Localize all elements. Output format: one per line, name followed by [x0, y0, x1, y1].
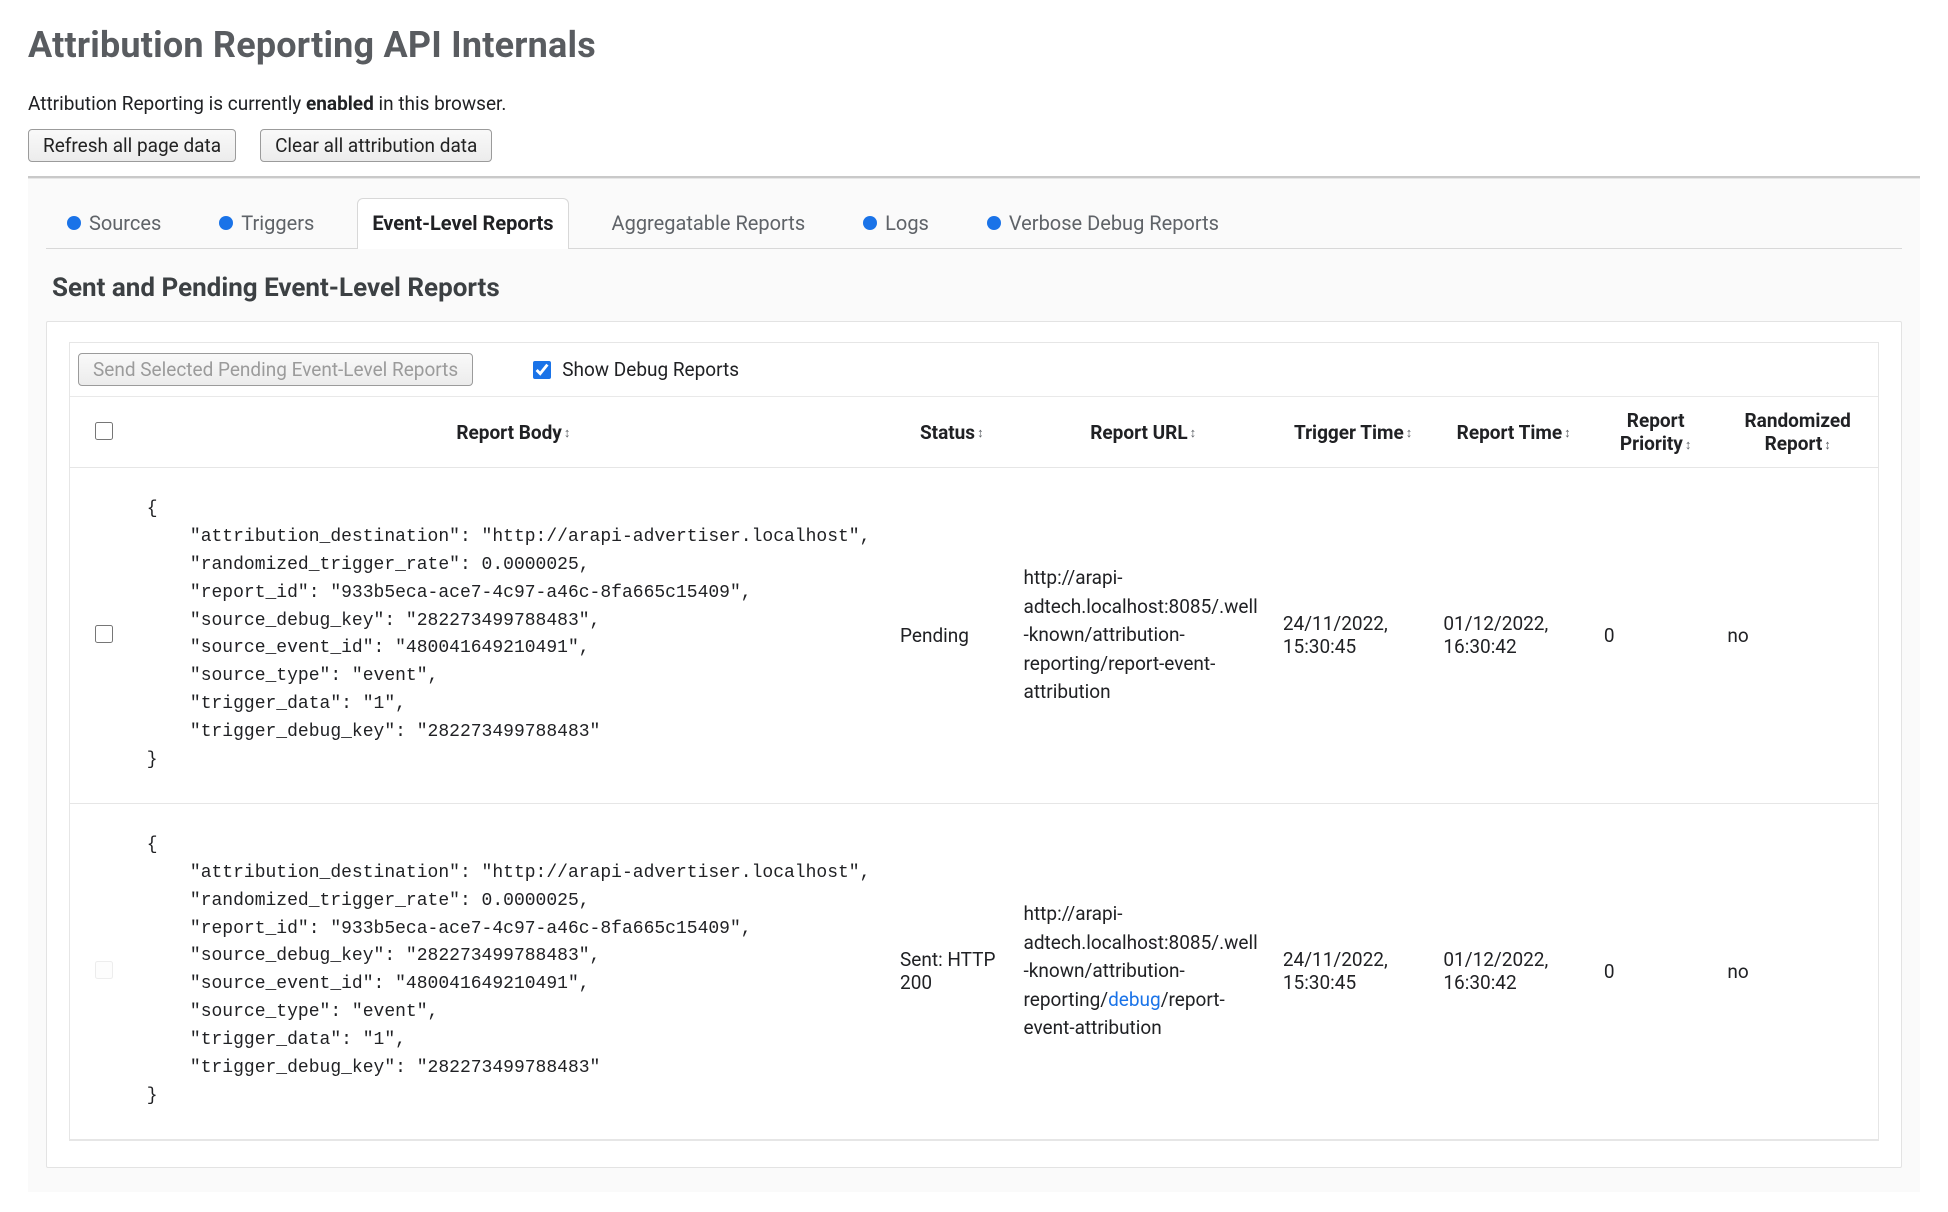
report-priority: 0 [1594, 468, 1717, 804]
report-url: http://arapi-adtech.localhost:8085/.well… [1014, 803, 1273, 1139]
tab-label: Verbose Debug Reports [1009, 211, 1219, 235]
status-line: Attribution Reporting is currently enabl… [28, 92, 1920, 115]
sort-icon: ↕ [1406, 425, 1413, 441]
tab-dot-icon [987, 216, 1001, 230]
tab-sources[interactable]: Sources [52, 198, 176, 249]
report-body: { "attribution_destination": "http://ara… [147, 832, 880, 1111]
report-time: 01/12/2022, 16:30:42 [1433, 468, 1594, 804]
col-randomized-label: Randomized Report [1745, 409, 1851, 455]
col-trigger-time[interactable]: Trigger Time↕ [1273, 397, 1434, 468]
table-row: { "attribution_destination": "http://ara… [70, 468, 1878, 804]
col-body[interactable]: Report Body↕ [137, 397, 890, 468]
tab-logs[interactable]: Logs [848, 198, 944, 249]
tabs: Sources Triggers Event-Level Reports Aggreg… [46, 197, 1902, 249]
report-status: Sent: HTTP 200 [890, 803, 1013, 1139]
col-status[interactable]: Status↕ [890, 397, 1013, 468]
report-status: Pending [890, 468, 1013, 804]
tab-dot-icon [863, 216, 877, 230]
tab-dot-icon [219, 216, 233, 230]
trigger-time: 24/11/2022, 15:30:45 [1273, 803, 1434, 1139]
col-status-label: Status [920, 421, 975, 444]
status-suffix: in this browser. [374, 92, 507, 115]
col-select-all[interactable] [70, 397, 137, 468]
sort-icon: ↕ [1685, 437, 1692, 453]
col-randomized[interactable]: Randomized Report↕ [1717, 397, 1878, 468]
clear-all-button[interactable]: Clear all attribution data [260, 129, 492, 162]
col-report-time[interactable]: Report Time↕ [1433, 397, 1594, 468]
col-report-time-label: Report Time [1457, 421, 1562, 444]
tab-aggregatable-reports[interactable]: Aggregatable Reports [597, 198, 821, 249]
tab-label: Triggers [241, 211, 314, 235]
tab-dot-icon [67, 216, 81, 230]
col-trigger-time-label: Trigger Time [1294, 421, 1404, 444]
tab-triggers[interactable]: Triggers [204, 198, 329, 249]
randomized-report: no [1717, 803, 1878, 1139]
send-selected-button[interactable]: Send Selected Pending Event-Level Report… [78, 353, 473, 386]
tab-verbose-debug-reports[interactable]: Verbose Debug Reports [972, 198, 1234, 249]
sort-icon: ↕ [977, 425, 984, 441]
reports-panel: Send Selected Pending Event-Level Report… [46, 321, 1902, 1168]
tab-event-level-reports[interactable]: Event-Level Reports [357, 198, 568, 249]
col-body-label: Report Body [456, 421, 562, 444]
refresh-button[interactable]: Refresh all page data [28, 129, 236, 162]
show-debug-toggle[interactable]: Show Debug Reports [529, 358, 739, 382]
tab-label: Logs [885, 211, 929, 235]
sort-icon: ↕ [1190, 425, 1197, 441]
col-priority[interactable]: Report Priority↕ [1594, 397, 1717, 468]
report-url: http://arapi-adtech.localhost:8085/.well… [1014, 468, 1273, 804]
tab-label: Sources [89, 211, 161, 235]
tab-label: Event-Level Reports [372, 211, 553, 235]
row-select-checkbox[interactable] [95, 625, 113, 643]
section-title: Sent and Pending Event-Level Reports [52, 273, 1902, 303]
reports-table: Report Body↕ Status↕ Report URL↕ Trigger… [70, 397, 1878, 1140]
sort-icon: ↕ [1824, 437, 1831, 453]
show-debug-label: Show Debug Reports [562, 358, 739, 381]
status-prefix: Attribution Reporting is currently [28, 92, 306, 115]
select-all-checkbox[interactable] [95, 422, 113, 440]
show-debug-checkbox[interactable] [533, 361, 551, 379]
row-select-checkbox [95, 961, 113, 979]
report-time: 01/12/2022, 16:30:42 [1433, 803, 1594, 1139]
randomized-report: no [1717, 468, 1878, 804]
sort-icon: ↕ [1564, 425, 1571, 441]
trigger-time: 24/11/2022, 15:30:45 [1273, 468, 1434, 804]
col-url[interactable]: Report URL↕ [1014, 397, 1273, 468]
table-row: { "attribution_destination": "http://ara… [70, 803, 1878, 1139]
col-url-label: Report URL [1090, 421, 1187, 444]
report-body: { "attribution_destination": "http://ara… [147, 496, 880, 775]
col-priority-label: Report Priority [1620, 409, 1685, 455]
sort-icon: ↕ [564, 425, 571, 441]
status-enabled: enabled [306, 92, 374, 115]
tab-label: Aggregatable Reports [612, 211, 806, 235]
report-priority: 0 [1594, 803, 1717, 1139]
page-title: Attribution Reporting API Internals [28, 24, 1920, 66]
